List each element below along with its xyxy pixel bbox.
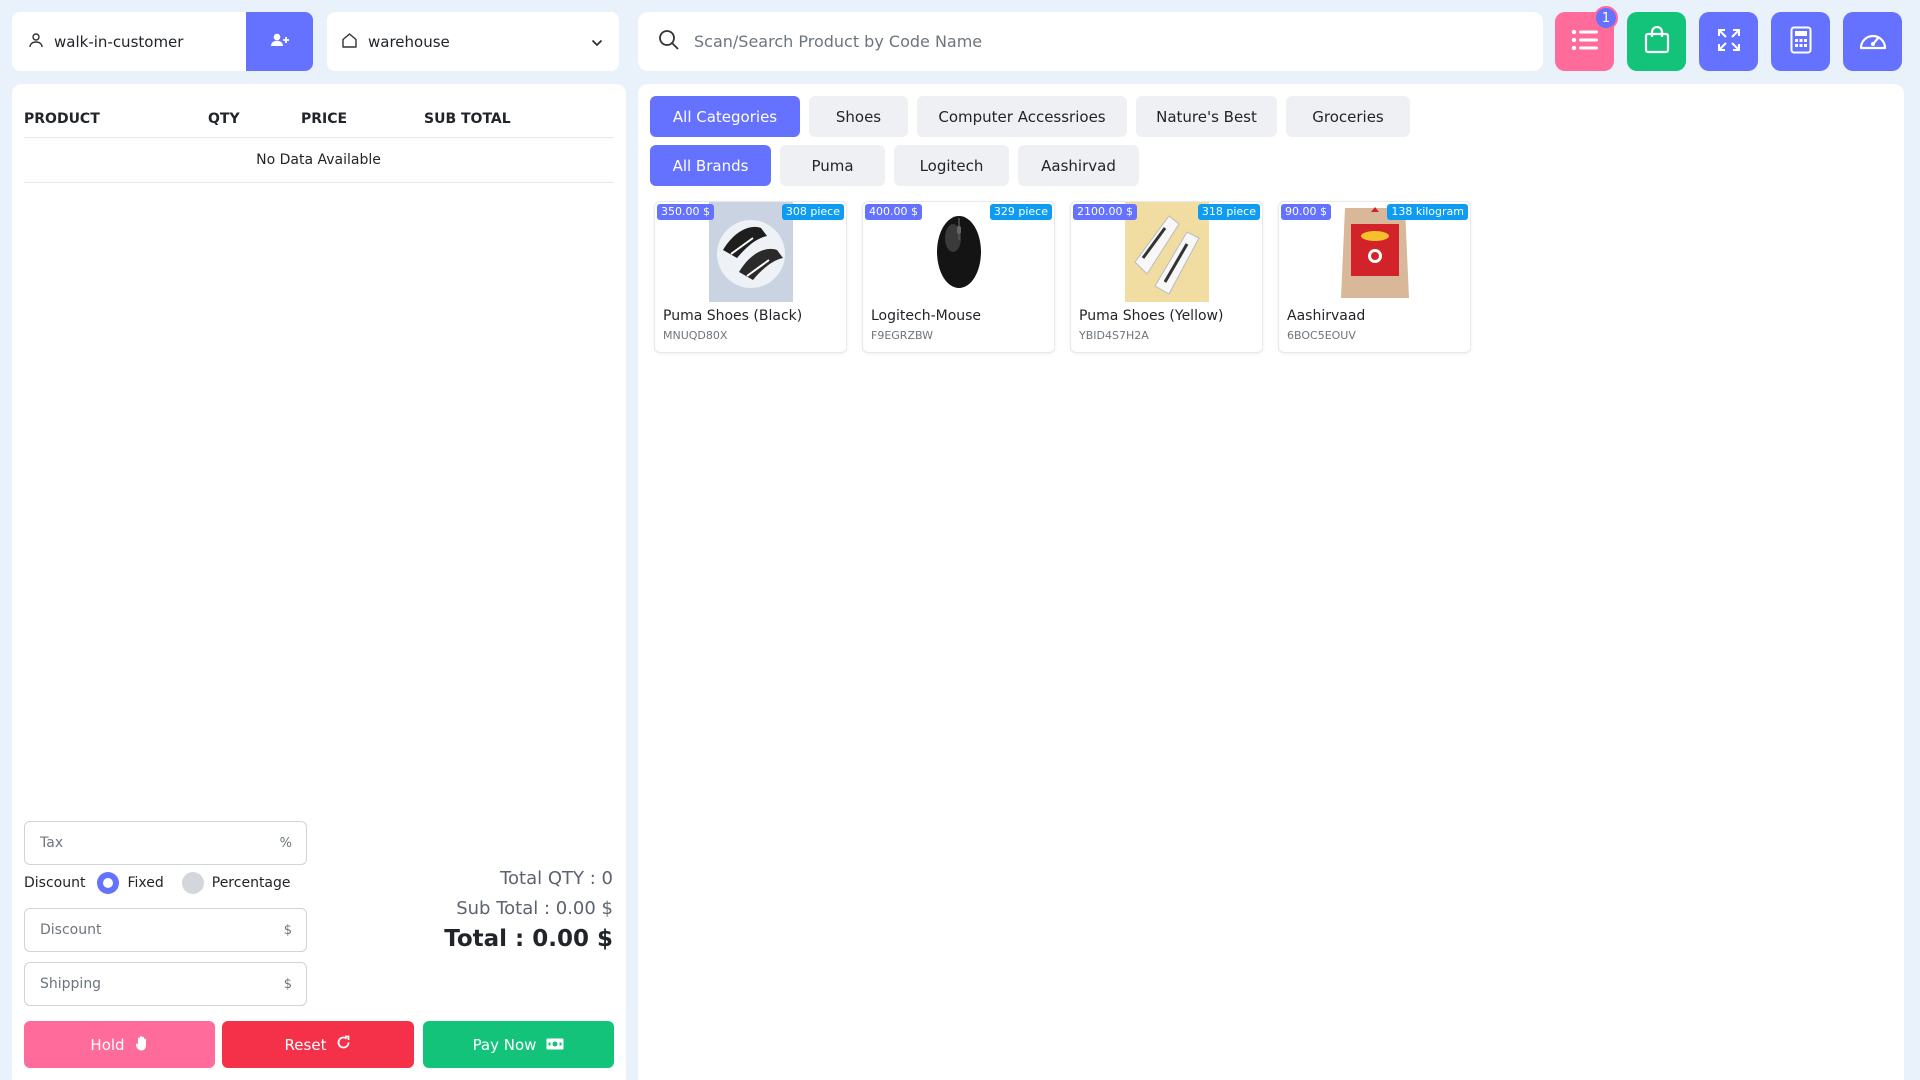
shopping-bag-icon [1644, 25, 1670, 58]
hold-button-label: Hold [90, 1035, 125, 1054]
fixed-radio-label: Fixed [127, 875, 164, 891]
calculator-icon [1790, 26, 1812, 58]
fixed-radio[interactable] [97, 872, 120, 894]
dollar-suffix: $ [283, 922, 292, 938]
discount-field[interactable]: $ [24, 908, 307, 952]
list-icon [1571, 28, 1599, 56]
product-card[interactable]: 90.00 $ 138 kilogram Aashirvaad 6BOC5EOU… [1278, 201, 1471, 353]
tax-input[interactable] [40, 835, 280, 851]
product-code: F9EGRZBW [871, 329, 934, 342]
chevron-down-icon [591, 33, 603, 51]
brand-filter: All Brands Puma Logitech Aashirvad [650, 145, 1139, 186]
product-name: Logitech-Mouse [871, 308, 982, 324]
price-badge: 400.00 $ [865, 204, 922, 220]
percentage-radio[interactable] [181, 872, 204, 894]
category-computer-accessories[interactable]: Computer Accessrioes [917, 96, 1127, 137]
product-code: MNUQD80X [663, 329, 728, 342]
percent-suffix: % [279, 835, 292, 851]
register-button[interactable] [1627, 12, 1686, 71]
products-panel: All Categories Shoes Computer Accessrioe… [638, 84, 1904, 1080]
category-shoes[interactable]: Shoes [809, 96, 908, 137]
customer-select[interactable]: walk-in-customer [12, 12, 313, 71]
product-search-input[interactable] [694, 32, 1543, 51]
tax-field[interactable]: % [24, 821, 307, 865]
product-card[interactable]: 2100.00 $ 318 piece Puma Shoes (Yellow) … [1070, 201, 1263, 353]
money-icon [546, 1036, 564, 1054]
calculator-button[interactable] [1771, 12, 1830, 71]
pay-now-button[interactable]: Pay Now [423, 1021, 614, 1068]
category-natures-best[interactable]: Nature's Best [1136, 96, 1277, 137]
grand-total: Total : 0.00 $ [444, 926, 613, 952]
price-badge: 2100.00 $ [1073, 204, 1137, 220]
hand-icon [135, 1035, 149, 1055]
discount-type-label: Discount [24, 875, 86, 891]
brand-aashirvad[interactable]: Aashirvad [1018, 145, 1139, 186]
category-filter: All Categories Shoes Computer Accessrioe… [650, 96, 1410, 137]
stock-badge: 308 piece [781, 204, 844, 220]
fullscreen-button[interactable] [1699, 12, 1758, 71]
cart-panel: PRODUCT QTY PRICE SUB TOTAL No Data Avai… [12, 84, 626, 1080]
speedometer-icon [1858, 28, 1888, 56]
dashboard-button[interactable] [1843, 12, 1902, 71]
add-customer-button[interactable] [246, 12, 313, 71]
discount-input[interactable] [40, 922, 284, 938]
product-name: Aashirvaad [1287, 308, 1366, 324]
pay-now-button-label: Pay Now [472, 1035, 537, 1054]
expand-icon [1716, 27, 1742, 57]
product-search-bar[interactable] [638, 12, 1543, 71]
product-code: 6BOC5EOUV [1287, 329, 1356, 342]
reset-button[interactable]: Reset [222, 1021, 414, 1068]
column-price: PRICE [301, 111, 348, 127]
brand-puma[interactable]: Puma [780, 145, 885, 186]
shipping-field[interactable]: $ [24, 962, 307, 1006]
stock-badge: 318 piece [1197, 204, 1260, 220]
warehouse-select[interactable]: warehouse [327, 12, 619, 71]
mouse-image [917, 202, 1001, 302]
home-icon [341, 32, 358, 52]
product-name: Puma Shoes (Black) [663, 308, 803, 324]
price-badge: 350.00 $ [657, 204, 714, 220]
reset-button-label: Reset [284, 1035, 327, 1054]
brand-all[interactable]: All Brands [650, 145, 771, 186]
stock-badge: 138 kilogram [1387, 204, 1468, 220]
user-plus-icon [270, 32, 290, 52]
price-badge: 90.00 $ [1281, 204, 1331, 220]
refresh-icon [336, 1035, 351, 1054]
stock-badge: 329 piece [989, 204, 1052, 220]
column-qty: QTY [208, 111, 240, 127]
category-all[interactable]: All Categories [650, 96, 800, 137]
product-grid: 350.00 $ 308 piece Puma Shoes (Black) MN… [654, 201, 1471, 353]
total-qty: Total QTY : 0 [500, 868, 613, 889]
product-card[interactable]: 350.00 $ 308 piece Puma Shoes (Black) MN… [654, 201, 847, 353]
product-name: Puma Shoes (Yellow) [1079, 308, 1224, 324]
percentage-radio-label: Percentage [211, 875, 291, 891]
customer-value: walk-in-customer [54, 32, 184, 51]
product-card[interactable]: 400.00 $ 329 piece Logitech-Mouse F9EGRZ… [862, 201, 1055, 353]
user-icon [28, 32, 44, 52]
warehouse-value: warehouse [368, 32, 450, 51]
product-code: YBID4S7H2A [1079, 329, 1149, 342]
search-icon [658, 29, 680, 55]
column-sub-total: SUB TOTAL [424, 111, 511, 127]
brand-logitech[interactable]: Logitech [894, 145, 1009, 186]
cart-empty-message: No Data Available [24, 138, 613, 183]
cart-table-header: PRODUCT QTY PRICE SUB TOTAL [24, 106, 613, 138]
held-count-badge: 1 [1594, 6, 1618, 30]
black-shoes-image [709, 202, 793, 302]
held-list-button[interactable]: 1 [1555, 6, 1618, 71]
sub-total: Sub Total : 0.00 $ [456, 898, 613, 919]
hold-button[interactable]: Hold [24, 1021, 215, 1068]
category-groceries[interactable]: Groceries [1286, 96, 1410, 137]
yellow-shoes-image [1125, 202, 1209, 302]
dollar-suffix: $ [283, 976, 292, 992]
column-product: PRODUCT [24, 111, 100, 127]
discount-type-row: Discount Fixed Percentage [24, 872, 291, 894]
shipping-input[interactable] [40, 976, 284, 992]
